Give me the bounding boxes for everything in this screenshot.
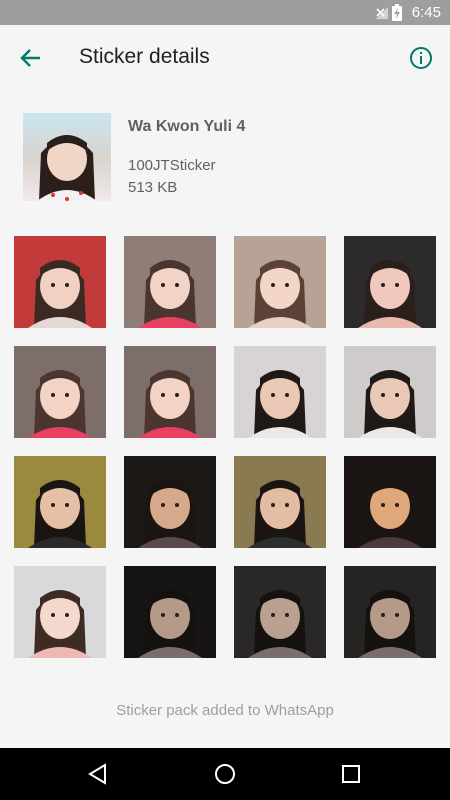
sticker-grid [14, 236, 436, 676]
sticker-item[interactable] [124, 566, 216, 658]
sticker-image [344, 236, 436, 328]
navigation-bar [0, 748, 450, 800]
sticker-item[interactable] [14, 346, 106, 438]
sticker-image [14, 346, 106, 438]
sticker-item[interactable] [234, 566, 326, 658]
sticker-image [344, 566, 436, 658]
sticker-image [234, 456, 326, 548]
pack-tray-icon [23, 113, 111, 201]
sticker-image [124, 566, 216, 658]
no-signal-icon [376, 7, 388, 19]
sticker-item[interactable] [124, 456, 216, 548]
sticker-image [14, 456, 106, 548]
sticker-image [14, 236, 106, 328]
sticker-image [234, 236, 326, 328]
sticker-item[interactable] [344, 346, 436, 438]
sticker-item[interactable] [344, 236, 436, 328]
sticker-item[interactable] [344, 566, 436, 658]
pack-size: 513 KB [128, 179, 178, 196]
sticker-item[interactable] [14, 566, 106, 658]
back-arrow-icon[interactable] [14, 41, 48, 75]
status-bar: 6:45 [0, 0, 450, 25]
info-icon[interactable] [404, 41, 438, 75]
sticker-item[interactable] [14, 456, 106, 548]
battery-charging-icon [392, 4, 402, 21]
sticker-item[interactable] [344, 456, 436, 548]
sticker-image [234, 566, 326, 658]
sticker-item[interactable] [234, 346, 326, 438]
sticker-image [14, 566, 106, 658]
back-triangle-icon[interactable] [84, 760, 112, 788]
pack-header: Wa Kwon Yuli 4 100JTSticker 513 KB [0, 95, 450, 210]
sticker-item[interactable] [14, 236, 106, 328]
recents-square-icon[interactable] [337, 760, 365, 788]
page-title: Sticker details [79, 45, 210, 68]
home-circle-icon[interactable] [211, 760, 239, 788]
sticker-item[interactable] [234, 236, 326, 328]
pack-publisher: 100JTSticker [128, 157, 216, 174]
status-time: 6:45 [411, 4, 441, 21]
added-status-message: Sticker pack added to WhatsApp [116, 702, 334, 719]
sticker-image [124, 346, 216, 438]
app-bar: Sticker details [0, 25, 450, 91]
sticker-item[interactable] [234, 456, 326, 548]
sticker-item[interactable] [124, 236, 216, 328]
sticker-image [344, 346, 436, 438]
sticker-image [234, 346, 326, 438]
pack-name: Wa Kwon Yuli 4 [128, 118, 246, 135]
sticker-item[interactable] [124, 346, 216, 438]
sticker-image [124, 456, 216, 548]
sticker-image [124, 236, 216, 328]
sticker-image [344, 456, 436, 548]
